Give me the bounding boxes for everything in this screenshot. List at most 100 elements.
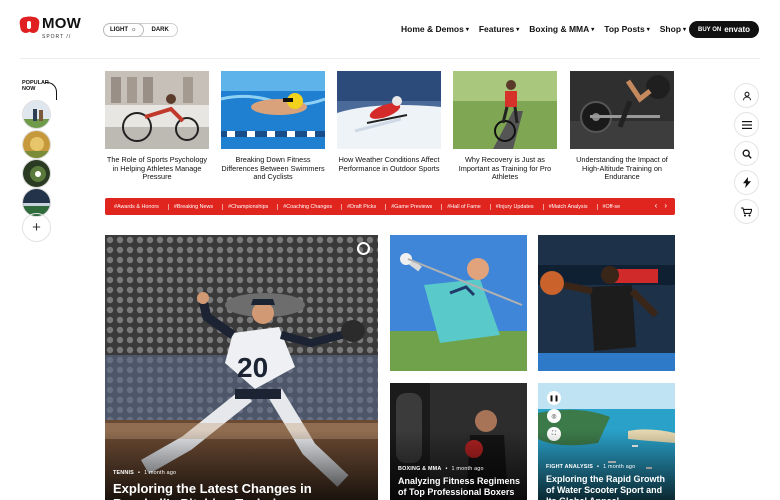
buy-label: BUY ON [697, 26, 722, 33]
tag-link[interactable]: #Championships [228, 203, 279, 210]
post-tile-basketball[interactable] [538, 235, 675, 371]
post-time: 1 month ago [451, 466, 484, 472]
post-time: 1 month ago [144, 470, 177, 476]
tag-link[interactable]: #Draft Picks [347, 203, 387, 210]
post-time: 1 month ago [603, 464, 636, 470]
light-mode-option[interactable]: LIGHT ☼ [103, 23, 144, 37]
featured-card[interactable]: The Role of Sports Psychology in Helping… [105, 71, 209, 182]
dark-mode-option[interactable]: DARK [144, 27, 177, 33]
main-navigation: Home & Demos ▾ Features ▾ Boxing & MMA ▾ To… [401, 24, 686, 34]
envato-logo: envato [724, 25, 751, 34]
card-title[interactable]: Understanding the Impact of High-Altitud… [570, 155, 674, 182]
logo-tagline: SPORT // [42, 34, 72, 40]
chevron-right-icon[interactable]: › [664, 201, 667, 210]
curved-arrow-icon [45, 82, 57, 100]
tag-link[interactable]: #Breaking News [174, 203, 224, 210]
site-logo[interactable]: MOW SPORT // [18, 15, 81, 40]
card-image[interactable] [570, 71, 674, 149]
card-title[interactable]: The Role of Sports Psychology in Helping… [105, 155, 209, 182]
post-tile-water[interactable]: ❚❚ ◎ ⛶ FIGHT ANALYSIS • 1 month ago Expl… [538, 383, 675, 500]
light-mode-label: LIGHT [110, 27, 128, 33]
meta-separator: • [137, 470, 141, 476]
card-title[interactable]: Why Recovery is Just as Important as Tra… [453, 155, 557, 182]
site-header: MOW SPORT // LIGHT ☼ DARK Home & Demos ▾ … [0, 0, 780, 58]
plus-icon[interactable]: + [22, 213, 51, 242]
chevron-down-icon: ▾ [646, 26, 650, 33]
nav-item-label: Shop [659, 24, 682, 34]
nav-item-home-demos[interactable]: Home & Demos ▾ [401, 24, 469, 34]
pause-icon[interactable]: ❚❚ [547, 391, 561, 405]
hero-post[interactable]: 20 TENNIS • 1 month ago Exploring the La… [105, 235, 378, 500]
nav-item-label: Top Posts [604, 24, 645, 34]
tag-ticker: #Awards & Honors #Breaking News #Champio… [105, 198, 675, 215]
card-title[interactable]: How Weather Conditions Affect Performanc… [337, 155, 441, 173]
tag-list: #Awards & Honors #Breaking News #Champio… [105, 203, 645, 210]
sun-icon: ☼ [131, 27, 137, 33]
post-title[interactable]: Analyzing Fitness Regimens of Top Profes… [398, 476, 522, 498]
tag-link[interactable]: #Game Previews [391, 203, 443, 210]
tag-link[interactable]: #Injury Updates [496, 203, 544, 210]
menu-icon[interactable] [734, 112, 759, 137]
chevron-down-icon: ▾ [516, 26, 520, 33]
water-post-caption: FIGHT ANALYSIS • 1 month ago Exploring t… [546, 464, 670, 500]
popular-thumb[interactable] [22, 100, 51, 129]
bookmark-circle-icon[interactable] [357, 242, 370, 255]
svg-text:20: 20 [237, 352, 268, 383]
nav-item-top-posts[interactable]: Top Posts ▾ [604, 24, 649, 34]
logo-wordmark: MOW [42, 15, 81, 32]
color-mode-toggle[interactable]: LIGHT ☼ DARK [103, 23, 178, 37]
nav-item-boxing-mma[interactable]: Boxing & MMA ▾ [529, 24, 594, 34]
cart-icon[interactable] [734, 199, 759, 224]
ticker-controls: ‹ › [655, 201, 667, 210]
featured-cards-row: The Role of Sports Psychology in Helping… [105, 71, 675, 183]
tag-link[interactable]: #Coaching Changes [283, 203, 343, 210]
lightning-icon[interactable] [734, 170, 759, 195]
tag-link[interactable]: #Match Analysis [549, 203, 598, 210]
post-category[interactable]: TENNIS [113, 470, 134, 476]
card-image[interactable] [105, 71, 209, 149]
post-title[interactable]: Exploring the Latest Changes in Baseball… [113, 481, 373, 500]
meta-separator: • [445, 466, 448, 472]
card-title[interactable]: Breaking Down Fitness Differences Betwee… [221, 155, 325, 182]
featured-card[interactable]: How Weather Conditions Affect Performanc… [337, 71, 441, 173]
featured-card[interactable]: Why Recovery is Just as Important as Tra… [453, 71, 557, 182]
nav-item-label: Boxing & MMA [529, 24, 590, 34]
popular-now-rail: POPULAR NOW + [22, 80, 62, 242]
search-icon[interactable] [734, 141, 759, 166]
boxing-post-caption: BOXING & MMA • 1 month ago Analyzing Fit… [398, 466, 522, 498]
nav-item-features[interactable]: Features ▾ [479, 24, 519, 34]
post-tile-golf[interactable] [390, 235, 527, 371]
popular-thumb[interactable] [22, 159, 51, 188]
chevron-left-icon[interactable]: ‹ [655, 201, 658, 210]
buy-on-envato-button[interactable]: BUY ON envato [689, 21, 759, 38]
card-image[interactable] [221, 71, 325, 149]
nav-item-label: Features [478, 24, 515, 34]
card-image[interactable] [453, 71, 557, 149]
user-icon[interactable] [734, 83, 759, 108]
post-meta: TENNIS • 1 month ago [113, 470, 373, 476]
featured-card[interactable]: Understanding the Impact of High-Altitud… [570, 71, 674, 182]
tag-link[interactable]: #Awards & Honors [114, 203, 169, 210]
hero-post-caption: TENNIS • 1 month ago Exploring the Lates… [113, 470, 373, 500]
post-category[interactable]: FIGHT ANALYSIS [546, 464, 593, 470]
focus-icon[interactable]: ◎ [547, 409, 561, 423]
header-divider [20, 58, 760, 59]
featured-card[interactable]: Breaking Down Fitness Differences Betwee… [221, 71, 325, 182]
nav-item-shop[interactable]: Shop ▾ [660, 24, 686, 34]
popular-thumb[interactable] [22, 130, 51, 159]
post-title[interactable]: Exploring the Rapid Growth of Water Scoo… [546, 474, 670, 500]
golf-image [390, 235, 527, 371]
post-meta: FIGHT ANALYSIS • 1 month ago [546, 464, 670, 470]
post-meta: BOXING & MMA • 1 month ago [398, 466, 522, 472]
logo-mark-icon [18, 16, 41, 34]
tag-link[interactable]: #Hall of Fame [447, 203, 491, 210]
post-tile-boxing[interactable]: BOXING & MMA • 1 month ago Analyzing Fit… [390, 383, 527, 500]
meta-separator: • [597, 464, 600, 470]
chevron-down-icon: ▾ [683, 26, 687, 33]
post-category[interactable]: BOXING & MMA [398, 466, 441, 472]
tag-link[interactable]: #Off-se [603, 204, 630, 210]
chevron-down-icon: ▾ [591, 26, 595, 33]
card-image[interactable] [337, 71, 441, 149]
page: MOW SPORT // LIGHT ☼ DARK Home & Demos ▾ … [0, 0, 780, 500]
basketball-image [538, 235, 675, 371]
